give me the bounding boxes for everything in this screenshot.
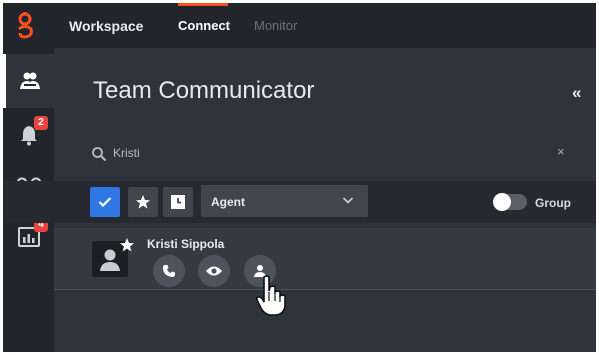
active-tab-indicator (178, 3, 228, 6)
panel-title: Team Communicator (93, 77, 315, 104)
filter-recent-button[interactable] (163, 187, 193, 217)
contact-type-value: Agent (211, 195, 245, 209)
favorite-star-icon (120, 238, 134, 252)
filter-all-button[interactable] (90, 187, 120, 217)
top-bar: Workspace Connect Monitor (3, 3, 596, 48)
monitor-button[interactable] (198, 255, 230, 287)
group-toggle[interactable] (493, 193, 527, 211)
rail-notifications[interactable]: 2 (3, 108, 54, 162)
notifications-badge: 2 (34, 116, 48, 130)
tab-monitor[interactable]: Monitor (254, 18, 297, 33)
call-button[interactable] (153, 255, 185, 287)
check-icon (98, 197, 112, 208)
chevron-down-icon (342, 197, 354, 204)
rail-team-communicator[interactable] (3, 54, 54, 108)
filter-favorites-button[interactable] (128, 187, 158, 217)
search-icon (92, 147, 107, 162)
phone-icon (163, 265, 175, 277)
search-bar: × (91, 141, 576, 167)
group-label: Group (535, 196, 571, 210)
genesys-logo (18, 12, 33, 39)
clear-search-button[interactable]: × (557, 144, 565, 159)
contact-name: Kristi Sippola (147, 237, 225, 251)
contacts-icon (20, 72, 40, 89)
monitor-eye-icon (206, 266, 222, 276)
star-icon (136, 195, 150, 209)
hand-cursor-icon (255, 275, 286, 316)
filter-toolbar: Agent Group (3, 181, 596, 223)
contact-type-select[interactable]: Agent (201, 185, 368, 217)
app-window: Workspace Connect Monitor 2 4 Team Commu… (3, 3, 596, 352)
collapse-panel-button[interactable]: « (572, 83, 581, 103)
toggle-knob (493, 193, 511, 211)
clock-icon (171, 195, 185, 209)
app-title: Workspace (69, 18, 144, 34)
search-input[interactable] (113, 143, 533, 163)
tab-connect[interactable]: Connect (178, 18, 230, 33)
contact-result-row[interactable]: Kristi Sippola (54, 228, 596, 290)
